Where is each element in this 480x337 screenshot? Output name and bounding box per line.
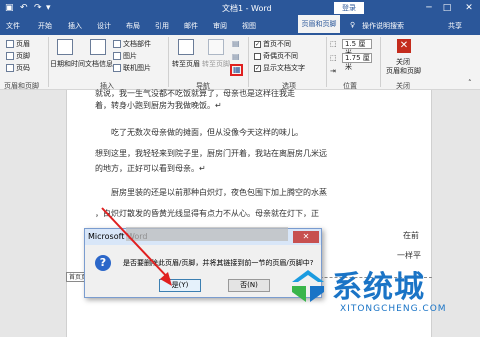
paragraph-line: 厨房里装的还是以前那种白炽灯，夜色包围下加上腾空的水蒸 (111, 188, 327, 197)
paragraph-line: 就说，我一生气没都不吃饭就算了，母亲也是这样往我走 (95, 89, 295, 98)
footer-position-icon: ⬚ (330, 54, 337, 62)
align-tab-icon[interactable]: ⇥ (330, 67, 336, 75)
document-info-icon (90, 39, 106, 55)
checkbox-unchecked-icon (254, 52, 261, 60)
tab-file[interactable]: 文件 (6, 21, 20, 31)
watermark-text: 系统城 (332, 270, 425, 305)
minimize-button[interactable]: ─ (422, 2, 436, 14)
online-picture-button[interactable]: 联机图片 (113, 63, 151, 73)
header-button[interactable]: 页眉 (6, 39, 30, 49)
restore-button[interactable]: □ (440, 2, 454, 14)
page-number-button[interactable]: 页码 (6, 63, 30, 73)
paragraph-line: 着，转身小跑到厨房为我做晚饭。↵ (95, 101, 222, 110)
paragraph-line: 想到这里，我轻轻来到院子里，厨房门开着，我站在离厨房几米远 (95, 149, 327, 158)
tab-references[interactable]: 引用 (155, 21, 169, 31)
title-bar: ▣ ↶ ↷ ▾ 文档1 - Word 登录 ─ □ ✕ (0, 0, 480, 17)
highlight-box (230, 64, 243, 76)
paragraph-line: 一样平 (397, 251, 421, 260)
dialog-close-button[interactable]: ✕ (293, 231, 319, 243)
goto-header-button[interactable]: 转至页眉 (172, 59, 200, 69)
undo-icon[interactable]: ↶ (20, 3, 28, 13)
collapse-ribbon-icon[interactable]: ˄ (468, 79, 472, 87)
blurred-region (126, 227, 288, 241)
online-picture-icon (113, 64, 121, 72)
picture-button[interactable]: 图片 (113, 51, 137, 61)
tell-me-search[interactable]: 操作说明搜索 (362, 21, 404, 31)
footer-button[interactable]: 页脚 (6, 51, 30, 61)
goto-header-icon (178, 39, 194, 55)
tab-review[interactable]: 审阅 (213, 21, 227, 31)
watermark-url: XITONGCHENG.COM (340, 304, 447, 314)
document-parts-label: 文档部件 (123, 40, 151, 48)
ribbon: 页眉 页脚 页码 页眉和页脚 日期和时间 文档信息 文档部件 图片 联机图片 插… (0, 35, 480, 90)
separator (380, 37, 381, 87)
separator (326, 37, 327, 87)
footer-label: 页脚 (16, 52, 30, 60)
lightbulb-icon: ♀ (350, 21, 356, 29)
document-info-button[interactable]: 文档信息 (85, 59, 113, 69)
document-title: 文档1 - Word (222, 4, 272, 13)
ribbon-tabs: 文件 开始 插入 设计 布局 引用 邮件 审阅 视图 ♀ 操作说明搜索 共享 (0, 17, 480, 35)
paragraph-line: 的地方，正好可以看到母亲。↵ (95, 164, 206, 173)
document-parts-icon (113, 40, 121, 48)
page-number-label: 页码 (16, 64, 30, 72)
header-icon (6, 40, 14, 48)
picture-icon (113, 52, 121, 60)
header-position-spinner[interactable]: 1.5 厘米 (342, 39, 372, 57)
tab-mailings[interactable]: 邮件 (184, 21, 198, 31)
footer-position-spinner[interactable]: 1.75 厘米 (342, 53, 372, 71)
show-document-text-label: 显示文档文字 (263, 64, 305, 72)
next-section-icon[interactable]: ▤ (232, 52, 240, 61)
word-window: ▣ ↶ ↷ ▾ 文档1 - Word 登录 ─ □ ✕ 文件 开始 插入 设计 … (0, 0, 480, 337)
paragraph-line: 在前 (403, 231, 419, 240)
tab-view[interactable]: 视图 (242, 21, 256, 31)
previous-section-icon[interactable]: ▤ (232, 39, 240, 48)
save-icon[interactable]: ▣ (5, 3, 14, 13)
paragraph-line: 吃了无数次母亲做的摊面，但从没像今天这样的味儿。 (111, 128, 303, 137)
redo-icon[interactable]: ↷ (34, 3, 42, 13)
header-position-icon: ⬚ (330, 40, 337, 48)
calendar-icon (57, 39, 73, 55)
share-button[interactable]: 共享 (448, 21, 462, 31)
tab-insert[interactable]: 插入 (68, 21, 82, 31)
no-button[interactable]: 否(N) (228, 279, 270, 292)
first-page-different-checkbox[interactable]: ✓ 首页不同 (254, 39, 291, 49)
yes-button[interactable]: 是(Y) (159, 279, 201, 292)
checkbox-checked-icon: ✓ (254, 64, 261, 72)
show-document-text-checkbox[interactable]: ✓ 显示文档文字 (254, 63, 305, 73)
picture-label: 图片 (123, 52, 137, 60)
dialog-message: 是否要删除此页眉/页脚，并将其链接到前一节的页眉/页脚中? (123, 259, 314, 267)
tab-header-footer[interactable]: 页眉和页脚 (298, 15, 340, 33)
footer-icon (6, 52, 14, 60)
online-picture-label: 联机图片 (123, 64, 151, 72)
goto-footer-icon (208, 39, 224, 55)
checkbox-checked-icon: ✓ (254, 40, 261, 48)
watermark-logo-icon (292, 270, 324, 302)
tab-layout[interactable]: 布局 (126, 21, 140, 31)
tab-design[interactable]: 设计 (97, 21, 111, 31)
close-header-footer-label: 页眉和页脚 (386, 67, 421, 75)
first-page-different-label: 首页不同 (263, 40, 291, 48)
close-header-footer-icon: ✕ (397, 39, 411, 53)
quick-access-dropdown-icon[interactable]: ▾ (46, 3, 51, 13)
separator (248, 37, 249, 87)
date-time-button[interactable]: 日期和时间 (50, 59, 85, 69)
odd-even-different-checkbox[interactable]: 奇偶页不同 (254, 51, 298, 61)
page-number-icon (6, 64, 14, 72)
separator (48, 37, 49, 87)
question-icon: ? (95, 255, 111, 271)
odd-even-different-label: 奇偶页不同 (263, 52, 298, 60)
tab-home[interactable]: 开始 (38, 21, 52, 31)
close-window-button[interactable]: ✕ (462, 2, 476, 14)
sign-in-button[interactable]: 登录 (334, 2, 364, 14)
goto-footer-button[interactable]: 转至页脚 (202, 59, 230, 69)
header-label: 页眉 (16, 40, 30, 48)
document-parts-button[interactable]: 文档部件 (113, 39, 151, 49)
paragraph-line: ，白炽灯散发的昏黄光线显得有点力不从心。母亲就在灯下，正 (95, 209, 319, 218)
separator (168, 37, 169, 87)
